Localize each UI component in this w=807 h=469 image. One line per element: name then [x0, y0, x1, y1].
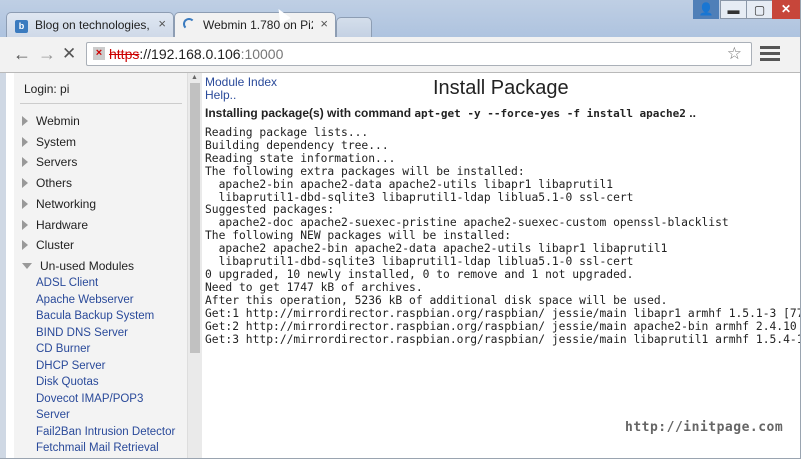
sidebar-item-adsl-client[interactable]: ADSL Client: [36, 277, 98, 289]
output-line: The following NEW packages will be insta…: [205, 229, 512, 243]
sidebar-item-dhcp-server[interactable]: DHCP Server: [36, 360, 105, 372]
forward-arrow-icon[interactable]: →: [38, 45, 56, 63]
output-line: Suggested packages:: [205, 203, 335, 217]
install-command: apt-get -y --force-yes -f install apache…: [414, 107, 686, 120]
page-title: Install Package: [433, 77, 569, 99]
sidebar-category-servers[interactable]: Servers: [22, 155, 77, 169]
bookmark-star-icon[interactable]: ☆: [727, 44, 742, 64]
expand-arrow-icon: [22, 157, 28, 167]
expand-arrow-icon: [22, 178, 28, 188]
maximize-button[interactable]: ▢: [746, 0, 773, 19]
tab-close-icon[interactable]: ×: [320, 16, 328, 31]
sidebar-item-apache-webserver[interactable]: Apache Webserver: [36, 294, 134, 306]
page-content: Login: pi Webmin System Servers Others N…: [6, 73, 800, 458]
output-line: The following extra packages will be ins…: [205, 164, 525, 178]
stop-loading-icon[interactable]: ✕: [62, 45, 76, 63]
sidebar-item-fetchmail[interactable]: Fetchmail Mail Retrieval: [36, 442, 159, 454]
collapse-arrow-icon: [22, 263, 32, 269]
output-line: libaprutil1-dbd-sqlite3 libaprutil1-ldap…: [205, 255, 634, 269]
sidebar-category-unused-modules[interactable]: Un-used Modules: [22, 259, 134, 273]
url-port: :10000: [240, 46, 284, 62]
sidebar-item-cd-burner[interactable]: CD Burner: [36, 343, 90, 355]
sidebar-item-bind-dns[interactable]: BIND DNS Server: [36, 327, 128, 339]
watermark: http://initpage.com: [625, 420, 784, 435]
scroll-up-icon[interactable]: ▲: [191, 74, 198, 81]
divider: [20, 103, 182, 104]
browser-toolbar: ← → ✕ × https://192.168.0.106:10000 ☆: [0, 37, 800, 73]
output-line: apache2 apache2-bin apache2-data apache2…: [205, 242, 668, 256]
sidebar-category-system[interactable]: System: [22, 135, 76, 149]
sidebar-category-webmin[interactable]: Webmin: [22, 114, 80, 128]
expand-arrow-icon: [22, 116, 28, 126]
output-line: Get:3 http://mirrordirector.raspbian.org…: [205, 332, 800, 346]
output-line: After this operation, 5236 kB of additio…: [205, 293, 668, 307]
url-text: https://192.168.0.106:10000: [109, 46, 283, 62]
output-line: Reading state information...: [205, 151, 396, 165]
back-arrow-icon[interactable]: ←: [13, 45, 31, 63]
minimize-button[interactable]: ▬: [720, 0, 747, 19]
loading-spinner-icon: [183, 18, 197, 32]
output-line: Need to get 1747 kB of archives.: [205, 280, 423, 294]
expand-arrow-icon: [22, 137, 28, 147]
expand-arrow-icon: [22, 220, 28, 230]
top-links: Module Index Help..: [205, 76, 277, 102]
scrollbar-thumb[interactable]: [190, 83, 200, 353]
url-scheme: https: [109, 46, 140, 62]
sidebar-scrollbar[interactable]: ▲: [188, 73, 202, 458]
output-line: 0 upgraded, 10 newly installed, 0 to rem…: [205, 267, 634, 281]
output-line: Building dependency tree...: [205, 138, 389, 152]
expand-arrow-icon: [22, 199, 28, 209]
help-link[interactable]: Help..: [205, 89, 277, 102]
install-output: Reading package lists... Building depend…: [205, 126, 800, 346]
command-suffix: ..: [689, 106, 696, 120]
url-host: ://192.168.0.106: [139, 46, 241, 62]
blog-favicon-icon: b: [15, 18, 29, 33]
sidebar-category-hardware[interactable]: Hardware: [22, 218, 88, 232]
sidebar-category-networking[interactable]: Networking: [22, 197, 96, 211]
insecure-lock-icon[interactable]: ×: [93, 47, 105, 60]
output-line: Get:2 http://mirrordirector.raspbian.org…: [205, 319, 797, 333]
tab-label: Blog on technologies, soft: [35, 18, 151, 32]
sidebar-item-bacula-backup[interactable]: Bacula Backup System: [36, 310, 154, 322]
tab-label: Webmin 1.780 on Pi2 (Det: [203, 18, 313, 32]
browser-window: b Blog on technologies, soft × Webmin 1.…: [0, 0, 801, 459]
sidebar-item-dovecot-server[interactable]: Server: [36, 409, 70, 421]
user-icon[interactable]: 👤: [693, 0, 719, 19]
output-line: apache2-bin apache2-data apache2-utils l…: [205, 177, 614, 191]
command-prefix: Installing package(s) with command: [205, 106, 412, 120]
tab-strip: b Blog on technologies, soft × Webmin 1.…: [0, 0, 800, 38]
sidebar-item-fail2ban[interactable]: Fail2Ban Intrusion Detector: [36, 426, 175, 438]
sidebar-category-cluster[interactable]: Cluster: [22, 238, 74, 252]
expand-arrow-icon: [22, 240, 28, 250]
tab-webmin[interactable]: Webmin 1.780 on Pi2 (Det ×: [174, 12, 336, 38]
output-line: libaprutil1-dbd-sqlite3 libaprutil1-ldap…: [205, 190, 634, 204]
address-bar[interactable]: × https://192.168.0.106:10000 ☆: [86, 42, 752, 66]
close-window-button[interactable]: ✕: [772, 0, 800, 19]
output-line: Reading package lists...: [205, 126, 369, 139]
tab-blog[interactable]: b Blog on technologies, soft ×: [6, 12, 174, 37]
sidebar-category-others[interactable]: Others: [22, 176, 72, 190]
output-line: apache2-doc apache2-suexec-pristine apac…: [205, 216, 729, 230]
main-panel: Module Index Help.. Install Package Inst…: [205, 73, 800, 458]
sidebar-item-disk-quotas[interactable]: Disk Quotas: [36, 376, 99, 388]
install-command-line: Installing package(s) with command apt-g…: [205, 106, 696, 120]
output-line: Get:1 http://mirrordirector.raspbian.org…: [205, 306, 800, 320]
menu-icon[interactable]: [760, 46, 780, 64]
login-label: Login: pi: [24, 82, 70, 96]
sidebar-item-dovecot[interactable]: Dovecot IMAP/POP3: [36, 393, 143, 405]
tab-close-icon[interactable]: ×: [158, 16, 166, 31]
webmin-sidebar: Login: pi Webmin System Servers Others N…: [14, 73, 188, 458]
new-tab-button[interactable]: [336, 17, 372, 37]
